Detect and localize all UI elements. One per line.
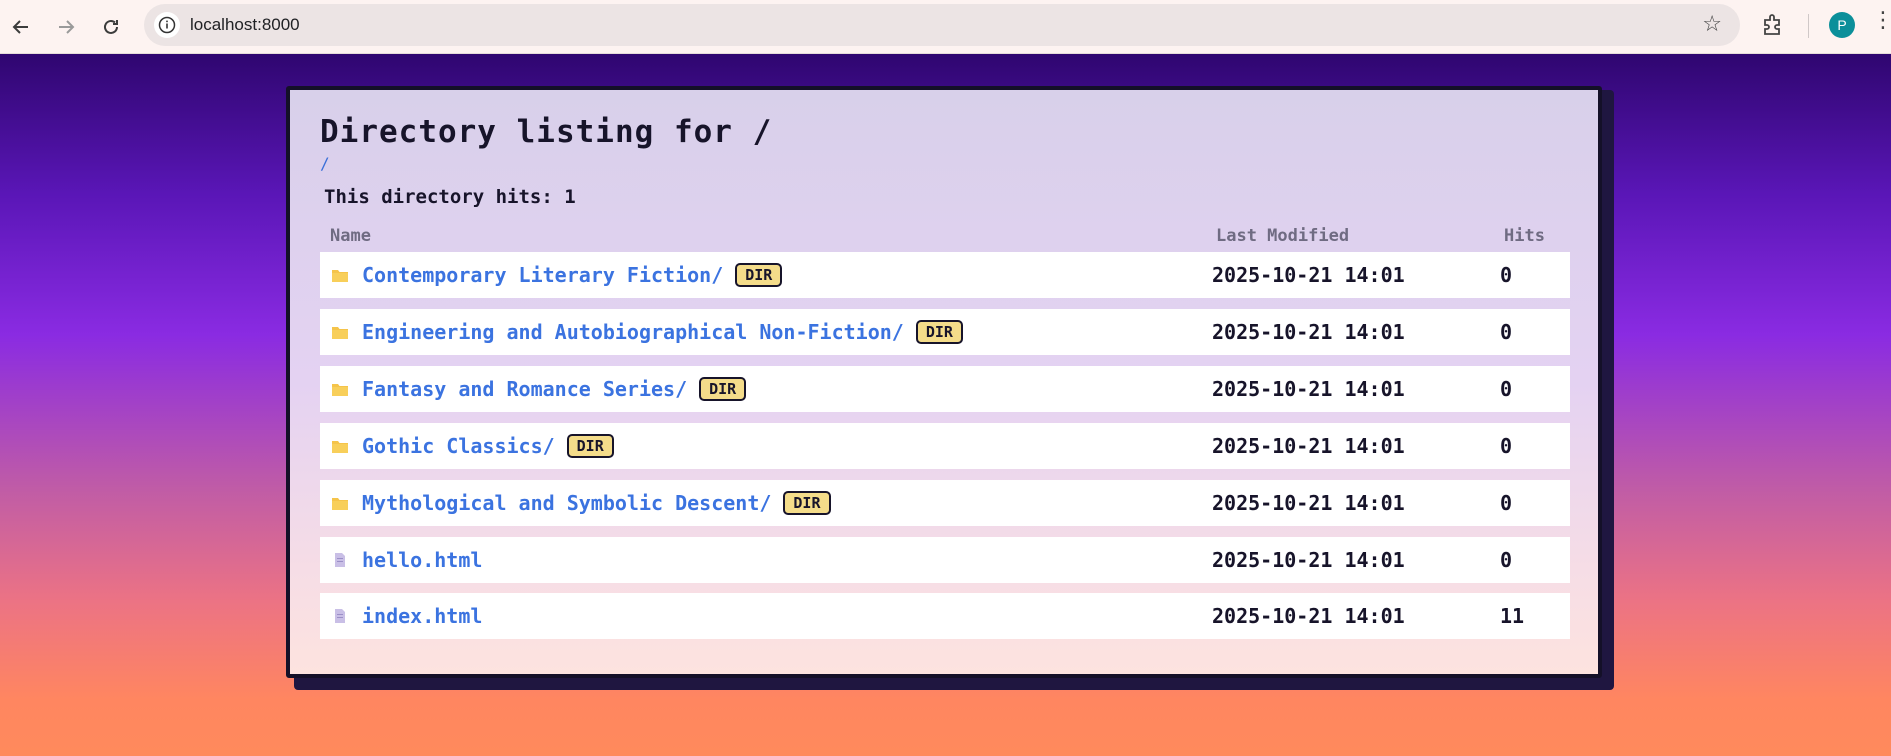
- table-row: Engineering and Autobiographical Non-Fic…: [320, 309, 1570, 355]
- directory-link[interactable]: Mythological and Symbolic Descent/DIR: [362, 491, 831, 515]
- last-modified-value: 2025-10-21 14:01: [1212, 434, 1405, 458]
- last-modified-value: 2025-10-21 14:01: [1212, 604, 1405, 628]
- folder-icon: [332, 324, 348, 339]
- page-background: Directory listing for / / This directory…: [0, 54, 1891, 756]
- column-header-name: Name: [330, 226, 371, 246]
- column-header-modified: Last Modified: [1216, 226, 1350, 246]
- directory-link[interactable]: Contemporary Literary Fiction/DIR: [362, 263, 783, 287]
- address-bar[interactable]: localhost:8000 ☆: [144, 4, 1740, 46]
- directory-link[interactable]: Gothic Classics/DIR: [362, 434, 614, 458]
- file-link[interactable]: index.html: [362, 604, 482, 628]
- hits-value: 0: [1500, 548, 1513, 572]
- last-modified-value: 2025-10-21 14:01: [1212, 377, 1405, 401]
- entry-name[interactable]: hello.html: [362, 548, 482, 572]
- directory-link[interactable]: Fantasy and Romance Series/DIR: [362, 377, 747, 401]
- file-link[interactable]: hello.html: [362, 548, 482, 572]
- table-row: hello.html 2025-10-21 14:01 0: [320, 537, 1570, 583]
- column-header-hits: Hits: [1504, 226, 1545, 246]
- entry-name[interactable]: index.html: [362, 604, 482, 628]
- puzzle-icon: [1764, 14, 1780, 35]
- hits-value: 0: [1500, 377, 1513, 401]
- toolbar-divider: [1808, 14, 1809, 38]
- site-info-button[interactable]: [154, 12, 180, 38]
- profile-avatar[interactable]: P: [1829, 12, 1855, 38]
- dir-badge: DIR: [783, 491, 831, 515]
- dir-badge: DIR: [699, 377, 747, 401]
- hits-value: 0: [1500, 320, 1513, 344]
- arrow-left-icon: [12, 20, 28, 34]
- entry-name[interactable]: Engineering and Autobiographical Non-Fic…: [362, 320, 904, 344]
- folder-icon: [332, 381, 348, 396]
- info-icon: [158, 16, 176, 34]
- folder-icon: [332, 438, 348, 453]
- listing-card: Directory listing for / / This directory…: [286, 86, 1602, 678]
- arrow-right-icon: [59, 20, 75, 34]
- table-row: Contemporary Literary Fiction/DIR 2025-10…: [320, 252, 1570, 298]
- hits-value: 0: [1500, 434, 1513, 458]
- entry-name[interactable]: Mythological and Symbolic Descent/: [362, 491, 771, 515]
- page-title: Directory listing for /: [320, 114, 773, 150]
- table-row: Fantasy and Romance Series/DIR 2025-10-21…: [320, 366, 1570, 412]
- extensions-button[interactable]: [1760, 12, 1790, 42]
- table-row: Mythological and Symbolic Descent/DIR 202…: [320, 480, 1570, 526]
- breadcrumb-root-link[interactable]: /: [320, 154, 330, 173]
- kebab-menu-icon[interactable]: ⋮: [1872, 10, 1891, 32]
- folder-icon: [332, 267, 348, 282]
- dir-badge: DIR: [566, 434, 614, 458]
- hits-value: 0: [1500, 491, 1513, 515]
- entry-name[interactable]: Gothic Classics/: [362, 434, 555, 458]
- entry-name[interactable]: Fantasy and Romance Series/: [362, 377, 687, 401]
- last-modified-value: 2025-10-21 14:01: [1212, 548, 1405, 572]
- file-icon: [332, 608, 348, 623]
- directory-hits-text: This directory hits: 1: [324, 186, 576, 208]
- reload-button[interactable]: [94, 10, 128, 44]
- folder-icon: [332, 495, 348, 510]
- browser-toolbar: localhost:8000 ☆ P ⋮: [0, 0, 1891, 54]
- last-modified-value: 2025-10-21 14:01: [1212, 320, 1405, 344]
- url-text[interactable]: localhost:8000: [190, 15, 300, 35]
- forward-button[interactable]: [49, 10, 83, 44]
- hits-value: 0: [1500, 263, 1513, 287]
- reload-icon: [104, 19, 118, 34]
- back-button[interactable]: [4, 10, 38, 44]
- file-icon: [332, 552, 348, 567]
- dir-badge: DIR: [735, 263, 783, 287]
- dir-badge: DIR: [915, 320, 963, 344]
- entry-name[interactable]: Contemporary Literary Fiction/: [362, 263, 723, 287]
- last-modified-value: 2025-10-21 14:01: [1212, 263, 1405, 287]
- directory-link[interactable]: Engineering and Autobiographical Non-Fic…: [362, 320, 963, 344]
- bookmark-star-icon[interactable]: ☆: [1702, 12, 1722, 37]
- table-row: index.html 2025-10-21 14:01 11: [320, 593, 1570, 639]
- table-row: Gothic Classics/DIR 2025-10-21 14:01 0: [320, 423, 1570, 469]
- last-modified-value: 2025-10-21 14:01: [1212, 491, 1405, 515]
- hits-value: 11: [1500, 604, 1525, 628]
